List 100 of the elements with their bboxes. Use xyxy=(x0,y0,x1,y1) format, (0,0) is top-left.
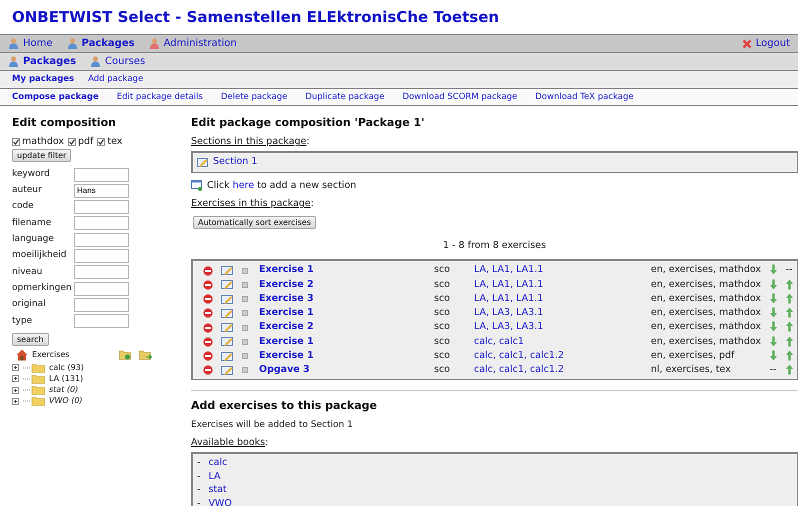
nav-link[interactable]: Add package xyxy=(88,73,144,86)
path-link[interactable]: calc, calc1, calc1.2 xyxy=(474,350,564,361)
up-arrow-icon[interactable] xyxy=(786,278,792,290)
down-arrow-icon[interactable] xyxy=(770,336,776,347)
text-field[interactable] xyxy=(74,232,129,247)
here-link[interactable]: here xyxy=(232,180,254,191)
expand-icon[interactable] xyxy=(12,398,19,405)
tree-item[interactable]: VWO (0) xyxy=(49,395,83,408)
tags-text: en, exercises, mathdox xyxy=(650,336,761,347)
down-arrow-icon[interactable] xyxy=(770,321,776,332)
update-filter-button[interactable]: update filter xyxy=(12,149,72,162)
down-arrow-icon[interactable] xyxy=(770,264,776,276)
expand-icon[interactable] xyxy=(12,364,19,372)
nav-link[interactable]: Home xyxy=(8,36,53,51)
expand-icon[interactable] xyxy=(12,386,19,394)
exercise-link[interactable]: Exercise 2 xyxy=(259,278,314,290)
nav-link[interactable]: Administration xyxy=(148,36,237,51)
filter-checkbox[interactable]: tex xyxy=(97,135,122,150)
path-link[interactable]: LA, LA3, LA3.1 xyxy=(474,321,544,332)
book-link[interactable]: LA xyxy=(208,470,220,484)
book-link[interactable]: VWO xyxy=(208,496,232,506)
remove-icon[interactable] xyxy=(203,351,213,362)
nav-link[interactable]: Packages xyxy=(8,54,76,69)
exercise-link[interactable]: Exercise 3 xyxy=(259,292,314,304)
up-arrow-icon[interactable] xyxy=(786,350,792,361)
path-link[interactable]: LA, LA1, LA1.1 xyxy=(474,264,544,276)
nav-link[interactable]: Download SCORM package xyxy=(402,90,518,104)
exercise-link[interactable]: Opgave 3 xyxy=(259,364,310,376)
up-arrow-icon[interactable] xyxy=(786,364,792,376)
up-arrow-icon[interactable] xyxy=(786,321,792,332)
book-link[interactable]: calc xyxy=(208,456,228,470)
logout-link[interactable]: Logout xyxy=(742,36,790,51)
search-button[interactable]: search xyxy=(12,333,49,346)
page-title: ONBETWIST Select - Samenstellen ELEktronisChe Toetsen xyxy=(11,7,500,28)
nav-link[interactable]: My packages xyxy=(12,73,74,86)
nav-link[interactable]: Compose package xyxy=(12,90,99,104)
edit-icon[interactable] xyxy=(221,265,234,276)
remove-icon[interactable] xyxy=(203,294,213,304)
nav-link[interactable]: Packages xyxy=(66,36,135,51)
path-link[interactable]: LA, LA1, LA1.1 xyxy=(474,292,544,304)
path-link[interactable]: LA, LA3, LA3.1 xyxy=(474,307,544,318)
remove-icon[interactable] xyxy=(203,308,213,318)
book-link[interactable]: stat xyxy=(208,483,227,497)
text-field[interactable] xyxy=(74,265,129,280)
remove-icon[interactable] xyxy=(203,336,213,347)
text-field[interactable] xyxy=(74,314,129,328)
text-field[interactable] xyxy=(74,282,129,296)
nav-link[interactable]: Courses xyxy=(90,54,146,69)
sort-button[interactable]: Automatically sort exercises xyxy=(193,216,316,230)
exercise-link[interactable]: Exercise 1 xyxy=(259,264,314,276)
down-arrow-icon[interactable] xyxy=(770,350,776,361)
type-text: sco xyxy=(434,336,450,347)
down-arrow-icon[interactable] xyxy=(770,292,776,304)
text-field[interactable] xyxy=(74,200,129,214)
tree-root[interactable]: Exercises xyxy=(32,348,70,361)
text-field[interactable] xyxy=(74,216,129,230)
folder-move-icon[interactable] xyxy=(139,349,153,360)
exercise-link[interactable]: Exercise 1 xyxy=(259,336,314,347)
edit-icon[interactable] xyxy=(221,279,234,290)
type-text: sco xyxy=(434,364,450,376)
tree-item[interactable]: LA (131) xyxy=(49,372,84,385)
exercise-link[interactable]: Exercise 2 xyxy=(259,321,314,332)
up-arrow-icon[interactable] xyxy=(786,336,792,347)
edit-icon[interactable] xyxy=(221,294,234,305)
text-field[interactable]: Hans xyxy=(74,184,129,198)
tree-item[interactable]: stat (0) xyxy=(49,384,78,396)
edit-icon[interactable] xyxy=(221,350,234,362)
remove-icon[interactable] xyxy=(203,280,213,290)
folder-add-icon[interactable] xyxy=(119,349,131,360)
section-link[interactable]: Section 1 xyxy=(213,155,258,170)
edit-icon[interactable] xyxy=(221,308,234,319)
path-link[interactable]: calc, calc1 xyxy=(474,336,524,347)
nav-link[interactable]: Edit package details xyxy=(116,90,203,104)
edit-icon[interactable] xyxy=(221,336,234,348)
path-link[interactable]: calc, calc1, calc1.2 xyxy=(474,364,564,376)
nav-link[interactable]: Duplicate package xyxy=(305,90,384,104)
up-arrow-icon[interactable] xyxy=(786,292,792,304)
text-field[interactable] xyxy=(74,249,129,264)
exercise-link[interactable]: Exercise 1 xyxy=(259,350,314,361)
remove-icon[interactable] xyxy=(203,322,213,333)
filter-checkbox[interactable]: mathdox xyxy=(12,135,64,150)
user-icon xyxy=(90,56,102,67)
filter-checkbox[interactable]: pdf xyxy=(68,135,94,150)
expand-icon[interactable] xyxy=(12,375,19,382)
edit-icon[interactable] xyxy=(221,364,234,376)
remove-icon[interactable] xyxy=(203,365,213,376)
tree-item[interactable]: calc (93) xyxy=(49,362,84,374)
text-field[interactable] xyxy=(74,298,129,312)
text-field[interactable] xyxy=(74,168,129,182)
edit-icon[interactable] xyxy=(221,322,234,334)
up-arrow-icon[interactable] xyxy=(786,307,792,318)
remove-icon[interactable] xyxy=(203,266,213,276)
exercise-link[interactable]: Exercise 1 xyxy=(259,307,314,318)
sidebar-heading: Edit composition xyxy=(12,116,117,130)
nav-link[interactable]: Download TeX package xyxy=(535,90,634,104)
down-arrow-icon[interactable] xyxy=(770,307,776,318)
new-window-icon xyxy=(191,180,203,192)
path-link[interactable]: LA, LA1, LA1.1 xyxy=(474,278,544,290)
down-arrow-icon[interactable] xyxy=(770,278,776,290)
nav-link[interactable]: Delete package xyxy=(220,90,288,104)
